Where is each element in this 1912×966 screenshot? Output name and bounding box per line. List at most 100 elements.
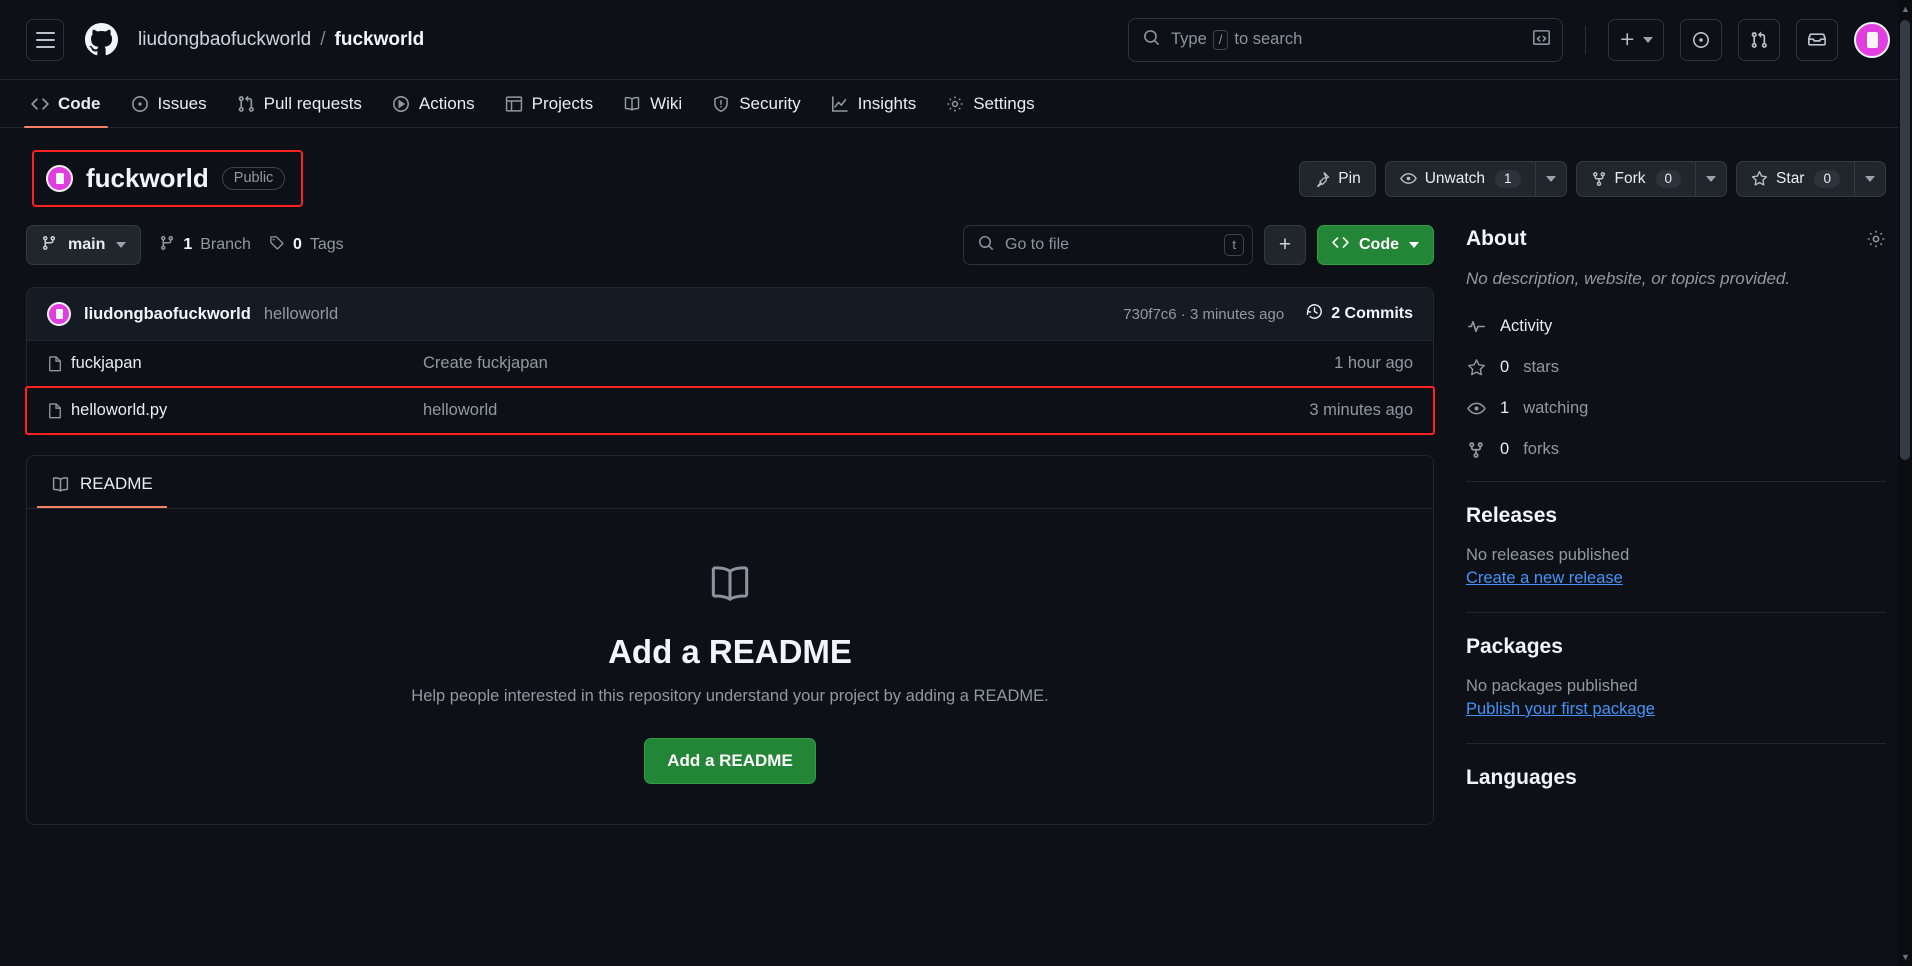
watching-label: watching (1523, 399, 1589, 417)
star-dropdown-button[interactable] (1854, 160, 1886, 197)
code-icon (1332, 234, 1349, 256)
scrollbar-thumb[interactable] (1900, 20, 1910, 460)
code-button[interactable]: Code (1317, 225, 1434, 265)
pulse-icon (1466, 317, 1486, 336)
chevron-down-icon (116, 242, 127, 248)
create-release-link[interactable]: Create a new release (1466, 569, 1623, 588)
repo-content: main 1 Branch 0 Tags Go to file t + Code… (25, 225, 1435, 825)
table-row[interactable]: helloworld.py helloworld 3 minutes ago (25, 386, 1435, 435)
activity-link[interactable]: Activity (1466, 317, 1886, 336)
branch-selector[interactable]: main (26, 225, 142, 265)
tab-actions[interactable]: Actions (379, 80, 488, 127)
search-slash-kbd: / (1212, 29, 1229, 50)
shield-icon (712, 95, 730, 113)
hamburger-icon[interactable] (26, 18, 64, 61)
tab-pull-requests[interactable]: Pull requests (224, 80, 375, 127)
file-commit-message[interactable]: helloworld (423, 401, 1309, 420)
watch-button-group: Unwatch 1 (1384, 160, 1567, 197)
commit-author[interactable]: liudongbaofuckworld (84, 305, 251, 324)
branch-name: main (68, 236, 106, 253)
fork-button-group: Fork 0 (1575, 160, 1728, 197)
forks-count: 0 (1500, 440, 1510, 458)
github-mark-icon[interactable] (80, 19, 122, 61)
divider (1466, 743, 1886, 744)
fork-count: 0 (1655, 169, 1682, 188)
chevron-down-icon (1409, 242, 1419, 248)
tag-count: 0 (292, 236, 302, 253)
file-name[interactable]: helloworld.py (71, 401, 423, 420)
search-input[interactable]: Type / to search (1128, 17, 1563, 62)
tab-label: Projects (531, 93, 594, 113)
avatar[interactable] (1854, 21, 1890, 58)
star-button-group: Star 0 (1736, 160, 1886, 197)
unwatch-button[interactable]: Unwatch 1 (1384, 160, 1535, 197)
commit-hash-time[interactable]: 730f7c6 · 3 minutes ago (1123, 306, 1284, 323)
breadcrumb-repo[interactable]: fuckworld (335, 29, 425, 51)
tab-security[interactable]: Security (699, 80, 813, 127)
commits-count-link[interactable]: 2 Commits (1306, 303, 1413, 325)
commit-meta: 730f7c6 · 3 minutes ago 2 Commits (1123, 303, 1413, 325)
issues-icon[interactable] (1680, 18, 1722, 61)
tab-settings[interactable]: Settings (933, 80, 1047, 127)
languages-title: Languages (1466, 766, 1577, 789)
create-new-button[interactable] (1608, 18, 1664, 61)
inbox-icon[interactable] (1796, 18, 1838, 61)
tab-readme[interactable]: README (37, 466, 167, 508)
stars-link[interactable]: 0 stars (1466, 358, 1886, 377)
watch-dropdown-button[interactable] (1534, 160, 1567, 197)
pull-request-icon[interactable] (1738, 18, 1780, 61)
add-readme-button[interactable]: Add a README (644, 738, 816, 784)
tab-issues[interactable]: Issues (118, 80, 220, 127)
chevron-down-icon (1865, 175, 1875, 182)
tab-label: Code (58, 93, 101, 113)
readme-heading: Add a README (608, 633, 852, 670)
readme-tab-label: README (80, 474, 153, 493)
branch-icon (159, 235, 175, 256)
go-to-file-placeholder: Go to file (1005, 236, 1070, 253)
forks-link[interactable]: 0 forks (1466, 440, 1886, 459)
about-title: About (1466, 227, 1527, 250)
go-to-file-kbd: t (1224, 234, 1244, 256)
search-icon (1143, 29, 1160, 51)
tab-code[interactable]: Code (18, 80, 114, 128)
breadcrumb-owner[interactable]: liudongbaofuckworld (138, 29, 311, 51)
tag-count-label: Tags (309, 236, 344, 253)
scroll-up-arrow[interactable]: ▲ (1901, 4, 1910, 14)
fork-dropdown-button[interactable] (1695, 160, 1728, 197)
book-icon (51, 475, 70, 494)
history-icon (1306, 303, 1323, 325)
watching-link[interactable]: 1 watching (1466, 399, 1886, 418)
tab-label: Actions (418, 93, 475, 113)
terminal-icon[interactable] (1529, 29, 1550, 51)
tab-wiki[interactable]: Wiki (610, 80, 695, 127)
branches-link[interactable]: 1 Branch (159, 235, 251, 256)
tags-link[interactable]: 0 Tags (269, 235, 344, 256)
table-row[interactable]: fuckjapan Create fuckjapan 1 hour ago (27, 341, 1433, 387)
forks-label: forks (1523, 440, 1559, 458)
page-title[interactable]: fuckworld (86, 163, 209, 194)
pin-button[interactable]: Pin (1299, 160, 1376, 197)
star-count: 0 (1814, 169, 1840, 188)
file-icon (47, 402, 71, 419)
readme-tabs: README (27, 456, 1433, 509)
toolbar-right: Go to file t + Code (963, 225, 1434, 265)
star-button[interactable]: Star 0 (1736, 160, 1854, 197)
fork-button[interactable]: Fork 0 (1575, 160, 1696, 197)
file-listing: liudongbaofuckworld helloworld 730f7c6 ·… (25, 287, 1435, 435)
go-to-file-input[interactable]: Go to file t (963, 225, 1253, 265)
tab-insights[interactable]: Insights (818, 80, 930, 127)
add-file-button[interactable]: + (1264, 225, 1306, 265)
visibility-badge: Public (221, 167, 286, 190)
commit-message[interactable]: helloworld (264, 305, 338, 324)
publish-package-link[interactable]: Publish your first package (1466, 700, 1655, 719)
page-scrollbar[interactable]: ▲ ▼ (1898, 0, 1912, 966)
file-commit-message[interactable]: Create fuckjapan (423, 354, 1334, 373)
scroll-down-arrow[interactable]: ▼ (1901, 952, 1910, 962)
tab-label: Insights (857, 93, 917, 113)
gear-icon[interactable] (1866, 229, 1886, 249)
readme-subtitle: Help people interested in this repositor… (411, 687, 1049, 705)
owner-avatar (46, 165, 73, 192)
about-description: No description, website, or topics provi… (1466, 269, 1791, 288)
tab-projects[interactable]: Projects (492, 80, 606, 127)
file-name[interactable]: fuckjapan (71, 354, 423, 373)
